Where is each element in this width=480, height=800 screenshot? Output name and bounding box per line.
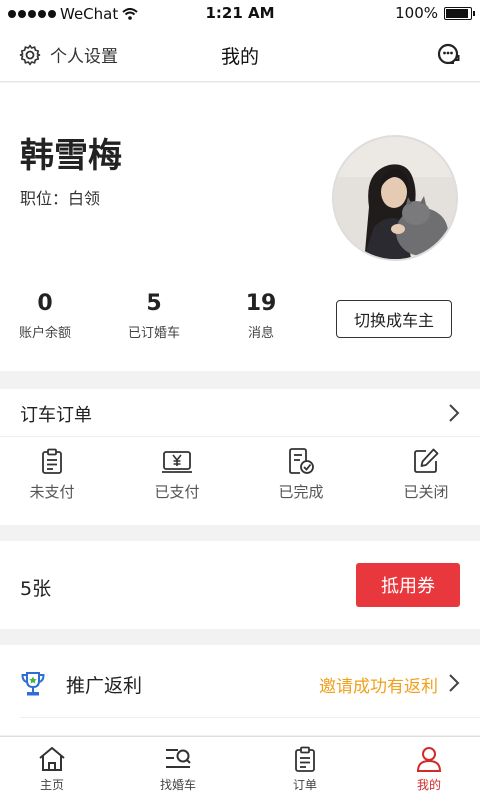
stat-balance[interactable]: 0 账户余额 (5, 291, 85, 341)
order-completed-label: 已完成 (278, 483, 324, 501)
order-paid-label: 已支付 (154, 483, 200, 501)
orders-header[interactable]: 订车订单 (0, 389, 480, 437)
user-name: 韩雪梅 (20, 136, 122, 176)
battery-percent: 100% (395, 4, 438, 22)
stat-value: 5 (146, 291, 162, 316)
tab-find-cars[interactable]: 找婚车 (138, 745, 218, 793)
stat-booked-cars[interactable]: 5 已订婚车 (114, 291, 194, 341)
stat-label: 消息 (247, 326, 274, 341)
search-list-icon (166, 749, 191, 768)
customer-service-icon (437, 43, 460, 65)
yen-icon (162, 451, 192, 473)
home-icon (39, 746, 65, 771)
order-paid[interactable]: 已支付 (129, 447, 225, 502)
promotion-label: 推广返利 (66, 675, 143, 697)
page-title: 我的 (220, 46, 259, 68)
profile-card: 韩雪梅 职位：白领 0 账户余额 5 已订婚车 19 消息 切换成车主 (0, 83, 480, 371)
edit-icon (414, 448, 439, 473)
chevron-right-icon (449, 674, 460, 692)
status-bar: WeChat 1:21 AM 100% (0, 0, 480, 28)
stat-label: 已订婚车 (127, 326, 180, 341)
chevron-right-icon (449, 404, 460, 422)
tab-mine[interactable]: 我的 (389, 745, 469, 793)
coupon-section: 5张 抵用券 (0, 541, 480, 629)
order-completed[interactable]: 已完成 (253, 447, 349, 502)
order-closed[interactable]: 已关闭 (378, 447, 474, 502)
promotion-row[interactable]: 推广返利 邀请成功有返利 (0, 645, 480, 735)
tab-orders-label: 订单 (292, 778, 317, 792)
tab-find-cars-label: 找婚车 (159, 778, 196, 792)
battery-icon (444, 6, 475, 20)
avatar[interactable] (332, 135, 458, 261)
order-closed-label: 已关闭 (403, 483, 449, 501)
trophy-icon (21, 672, 45, 696)
order-unpaid[interactable]: 未支付 (4, 447, 100, 502)
switch-to-owner-button[interactable]: 切换成车主 (336, 300, 452, 338)
nav-bar: 个人设置 我的 (0, 28, 480, 82)
stat-value: 0 (37, 291, 53, 316)
orders-section: 订车订单 未支付 已支付 已完成 已关闭 (0, 389, 480, 525)
completed-icon (289, 448, 314, 474)
clipboard-icon (295, 746, 315, 772)
order-unpaid-label: 未支付 (29, 483, 75, 501)
tab-home[interactable]: 主页 (12, 745, 92, 793)
invite-rebate-text: 邀请成功有返利 (319, 677, 438, 697)
tab-bar: 主页 找婚车 订单 我的 (0, 736, 480, 800)
tab-mine-label: 我的 (416, 778, 441, 792)
order-status-row: 未支付 已支付 已完成 已关闭 (0, 437, 480, 525)
person-icon (416, 747, 442, 772)
tab-orders[interactable]: 订单 (265, 745, 345, 793)
stat-messages[interactable]: 19 消息 (221, 291, 301, 341)
tab-home-label: 主页 (39, 778, 64, 792)
user-position: 职位：白领 (20, 189, 101, 208)
clipboard-icon (42, 448, 62, 474)
divider (20, 717, 480, 718)
customer-service-button[interactable] (434, 40, 462, 72)
avatar-photo (334, 137, 456, 259)
stat-value: 19 (245, 291, 277, 316)
coupon-count: 5张 (20, 578, 52, 600)
coupon-button[interactable]: 抵用券 (356, 563, 460, 607)
orders-title: 订车订单 (20, 405, 92, 426)
stat-label: 账户余额 (18, 326, 71, 341)
